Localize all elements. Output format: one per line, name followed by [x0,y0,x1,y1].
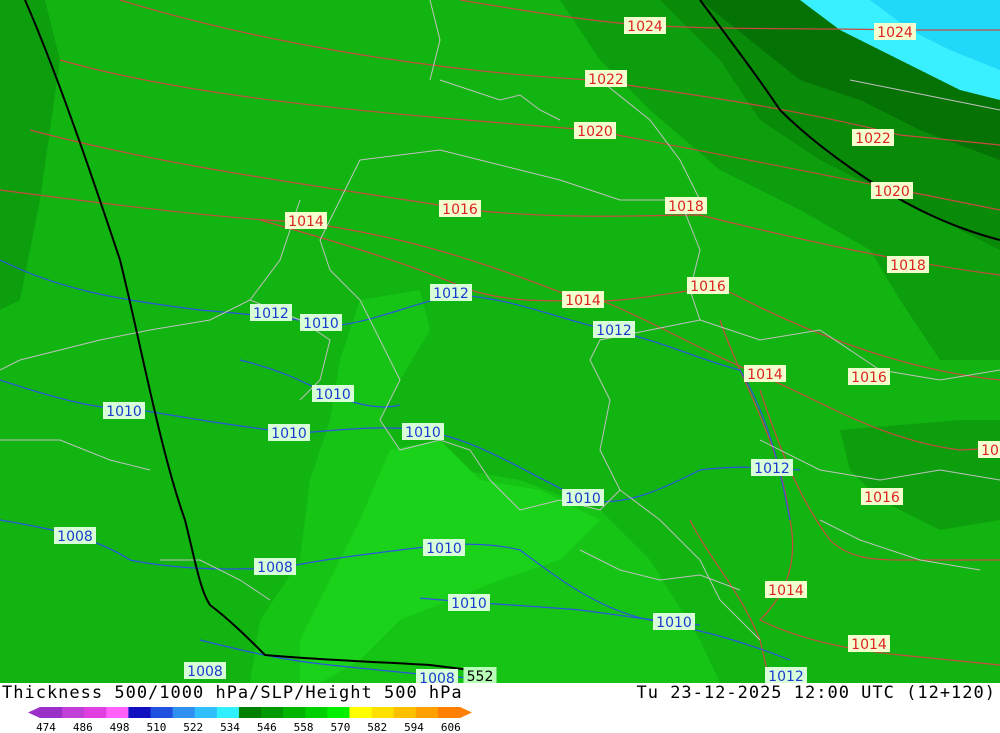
contour-label: 1010 [426,541,462,557]
colorbar-swatch [106,707,129,718]
colorbar-tick-label: 594 [404,721,424,733]
colorbar-swatch [128,707,152,718]
contour-label: 1020 [874,184,910,200]
colorbar-tick-label: 486 [73,721,93,733]
colorbar-swatch [371,707,395,718]
colorbar-tick-label: 546 [257,721,277,733]
colorbar-swatch [84,707,107,718]
contour-label: 1010 [405,425,441,441]
colorbar-swatch [261,707,284,718]
colorbar-tick-label: 558 [294,721,314,733]
contour-label: 1014 [565,293,601,309]
valid-time: Tu 23-12-2025 12:00 UTC (12+120) [636,683,996,703]
contour-label: 1010 [451,596,487,612]
colorbar-swatch [305,707,328,718]
colorbar-tick-label: 570 [330,721,350,733]
weather-map: 1024 1024 1022 1022 1020 1020 1018 1018 1016 1016… [0,0,1000,683]
colorbar-tick-label: 582 [367,721,387,733]
contour-label: 1010 [565,491,601,507]
contour-label: 1016 [690,279,726,295]
colorbar-tick-label: 510 [146,721,166,733]
contour-label: 1008 [419,671,455,683]
colorbar-swatch [194,707,218,718]
contour-label: 1014 [768,583,804,599]
map-title: Thickness 500/1000 hPa/SLP/Height 500 hP… [2,683,463,703]
colorbar-swatch [283,707,306,718]
contour-label: 1014 [851,637,887,653]
contour-label: 1024 [877,25,913,41]
colorbar-swatch [150,707,174,718]
contour-label: 1018 [890,258,926,274]
contour-label: 1010 [271,426,307,442]
colorbar-tick-label: 606 [441,721,461,733]
contour-label: 1010 [315,387,351,403]
colorbar-tick-label: 534 [220,721,240,733]
contour-label: 1012 [433,286,469,302]
colorbar-tick-label: 474 [36,721,56,733]
colorbar-swatch [349,707,373,718]
contour-label: 1020 [577,124,613,140]
colorbar-swatch [172,707,196,718]
colorbar-legend: 474 486 498 510 522 534 546 558 570 582 594 606 [28,707,472,733]
colorbar-tick-label: 522 [183,721,203,733]
colorbar-swatch [327,707,350,718]
contour-label: 10 [981,443,999,459]
colorbar-swatch [415,707,439,718]
contour-label: 1012 [768,669,804,683]
contour-label: 1024 [627,19,663,35]
contour-label: 1014 [288,214,324,230]
contour-label: 1016 [442,202,478,218]
colorbar-swatch [216,707,240,718]
contour-label: 552 [467,669,494,683]
contour-label: 1008 [57,529,93,545]
colorbar-right-arrow [460,707,472,718]
colorbar-swatch [40,707,63,718]
colorbar-swatch [437,707,461,718]
contour-label: 1016 [864,490,900,506]
contour-label: 1008 [187,664,223,680]
contour-label: 1012 [754,461,790,477]
colorbar-left-arrow [28,707,40,718]
contour-label: 1018 [668,199,704,215]
contour-label: 1016 [851,370,887,386]
contour-label: 1012 [253,306,289,322]
colorbar-swatch [393,707,417,718]
colorbar-tick-label: 498 [110,721,130,733]
contour-label: 1010 [106,404,142,420]
contour-label: 1010 [303,316,339,332]
contour-label: 1014 [747,367,783,383]
contour-label: 1022 [588,72,624,88]
contour-label: 1008 [257,560,293,576]
colorbar-swatch [238,707,262,718]
contour-label: 1012 [596,323,632,339]
contour-label: 1022 [855,131,891,147]
footer: Thickness 500/1000 hPa/SLP/Height 500 hP… [0,683,1000,733]
colorbar-swatch [62,707,85,718]
contour-label: 1010 [656,615,692,631]
